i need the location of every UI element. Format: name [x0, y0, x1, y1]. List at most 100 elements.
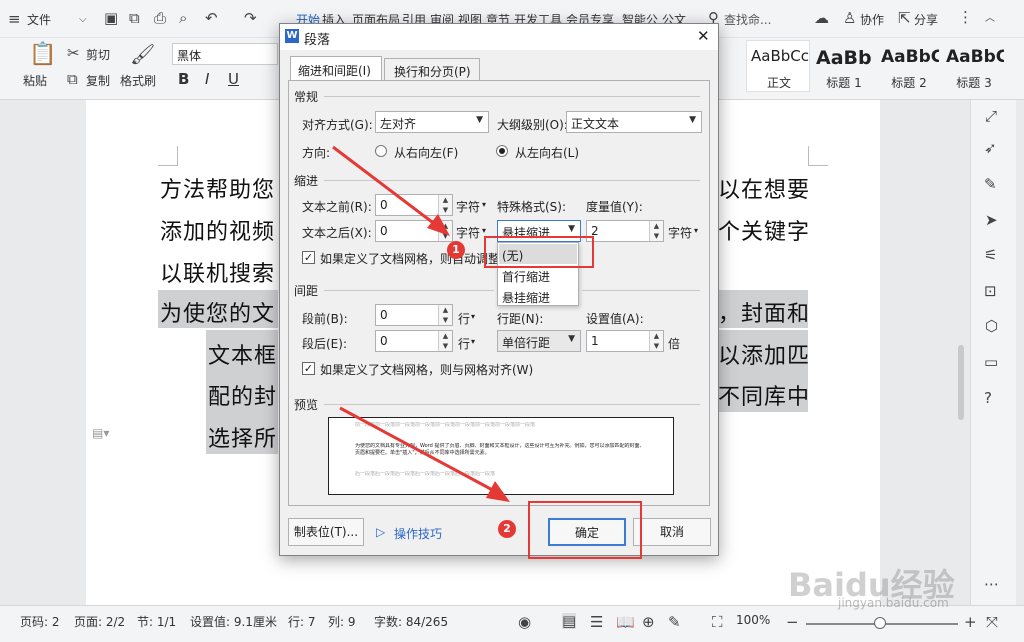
pen-icon[interactable]: ✎ [984, 176, 997, 192]
file-menu[interactable]: 文件 [27, 11, 51, 28]
ltr-label[interactable]: 从左向右(L) [515, 144, 579, 161]
chevron-down-icon[interactable]: ▾ [471, 312, 475, 321]
style-normal[interactable]: AaBbCcDd 正文 [746, 40, 810, 92]
tips-link[interactable]: 操作技巧 [394, 525, 442, 542]
spinner-icon[interactable]: ▲ ▼ [649, 221, 663, 241]
book-icon[interactable]: ▭ [984, 354, 998, 370]
indent-after-label: 文本之后(X): [302, 226, 372, 240]
dropdown-option-hanging[interactable]: 悬挂缩进 [499, 286, 577, 306]
save-icon[interactable]: ▣ [104, 10, 118, 26]
page-view-icon[interactable]: ▤ [562, 613, 577, 629]
cursor-icon[interactable]: ➤ [985, 212, 998, 228]
unit-dropdown[interactable]: 行 [458, 310, 470, 327]
underline-button[interactable]: U [228, 70, 239, 88]
outline-select[interactable]: 正文文本 ▼ [566, 111, 702, 133]
redo-icon[interactable]: ↷ [244, 10, 257, 26]
spinner-icon[interactable]: ▲ ▼ [438, 195, 452, 215]
snap-grid-label[interactable]: 如果定义了文档网格，则与网格对齐(W) [320, 361, 533, 378]
style-heading-2[interactable]: AaBbC 标题 2 [876, 40, 940, 92]
web-view-icon[interactable]: ⊕ [642, 614, 655, 630]
close-icon[interactable]: ✕ [697, 27, 710, 45]
space-after-input[interactable]: 0 ▲ ▼ [375, 330, 453, 352]
more-icon[interactable]: ⋮ [958, 9, 973, 25]
unit-dropdown[interactable]: 字符 [456, 198, 480, 215]
scrollbar-thumb[interactable] [958, 345, 964, 420]
indent-before-input[interactable]: 0 ▲ ▼ [375, 194, 453, 216]
spinner-icon[interactable]: ▲ ▼ [438, 305, 452, 325]
italic-button[interactable]: I [205, 70, 209, 88]
rocket-icon[interactable]: ➶ [984, 140, 997, 156]
spinner-icon[interactable]: ▲ ▼ [438, 221, 452, 241]
status-word-count[interactable]: 字数: 84/265 [374, 613, 448, 630]
paste-icon[interactable]: 📋 [29, 44, 56, 66]
chevron-down-icon[interactable]: ▾ [694, 226, 698, 235]
fullscreen-icon[interactable]: ⤧ [986, 614, 998, 630]
collab-button[interactable]: 协作 [860, 11, 884, 28]
tab-line-page-break[interactable]: 换行和分页(P) [384, 58, 480, 80]
copy-button[interactable]: 复制 [86, 72, 110, 89]
zoom-slider-handle[interactable] [874, 617, 886, 629]
format-painter-button[interactable]: 格式刷 [120, 72, 156, 89]
tabs-button[interactable]: 制表位(T)... [288, 518, 364, 546]
reading-view-icon[interactable]: 📖 [616, 614, 635, 630]
unit-dropdown[interactable]: 字符 [668, 224, 692, 241]
cloud-icon[interactable]: ☁ [814, 10, 829, 26]
paste-button[interactable]: 粘贴 [23, 72, 47, 89]
paragraph-mark-icon[interactable]: ▤▾ [92, 425, 109, 441]
print-icon[interactable]: ⎙ [154, 10, 166, 26]
dropdown-option-first-line[interactable]: 首行缩进 [499, 265, 577, 285]
format-painter-icon[interactable]: 🖌 [130, 44, 155, 64]
style-heading-1[interactable]: AaBb 标题 1 [811, 40, 875, 92]
eye-icon[interactable]: ◉ [518, 614, 531, 630]
chevron-down-icon[interactable]: ▾ [482, 226, 486, 235]
space-before-input[interactable]: 0 ▲ ▼ [375, 304, 453, 326]
scissors-icon[interactable]: ✂ [67, 45, 80, 61]
zoom-in-icon[interactable]: + [964, 614, 977, 630]
collapse-icon[interactable]: ⤢ [985, 108, 997, 124]
export-icon[interactable]: ⧉ [129, 10, 140, 26]
chevron-down-icon[interactable]: ▾ [471, 337, 475, 346]
unit-dropdown[interactable]: 行 [458, 335, 470, 352]
undo-icon[interactable]: ↶ [205, 10, 218, 26]
fit-icon[interactable]: ⛶ [712, 614, 723, 630]
spinner-icon[interactable]: ▲ ▼ [649, 331, 663, 351]
snap-grid-checkbox[interactable]: ✓ [302, 362, 315, 375]
chevron-down-icon[interactable]: ▾ [482, 200, 486, 209]
indent-after-input[interactable]: 0 ▲ ▼ [375, 220, 453, 242]
image-icon[interactable]: ⊡ [984, 283, 997, 299]
zoom-level[interactable]: 100% [736, 613, 770, 627]
zoom-out-icon[interactable]: − [786, 614, 799, 630]
rtl-radio[interactable] [375, 145, 387, 157]
cut-button[interactable]: 剪切 [86, 46, 110, 63]
help-icon[interactable]: ? [984, 390, 992, 406]
share-button[interactable]: 分享 [914, 11, 938, 28]
font-name-select[interactable]: 黑体 [172, 43, 278, 65]
setting-input[interactable]: 1 ▲ ▼ [586, 330, 664, 352]
copy-icon[interactable]: ⧉ [67, 71, 78, 87]
print-preview-icon[interactable]: ⌕ [179, 10, 187, 26]
ltr-radio[interactable] [496, 145, 508, 157]
write-view-icon[interactable]: ✎ [668, 614, 681, 630]
measure-input[interactable]: 2 ▲ ▼ [586, 220, 664, 242]
status-page-number[interactable]: 页码: 2 [20, 613, 60, 630]
tab-indent-spacing[interactable]: 缩进和间距(I) [290, 56, 382, 80]
chevron-down-icon[interactable]: ⌵ [79, 12, 87, 28]
more-options-icon[interactable]: ⋯ [984, 576, 999, 592]
style-heading-3[interactable]: AaBbC 标题 3 [941, 40, 1005, 92]
line-spacing-select[interactable]: 单倍行距 ▼ [497, 330, 581, 352]
cancel-button[interactable]: 取消 [633, 518, 711, 546]
rtl-label[interactable]: 从右向左(F) [394, 144, 458, 161]
bold-button[interactable]: B [178, 70, 189, 88]
spinner-icon[interactable]: ▲ ▼ [438, 331, 452, 351]
dialog-titlebar[interactable]: W 段落 ✕ [280, 24, 718, 50]
align-select[interactable]: 左对齐 ▼ [375, 111, 489, 133]
hamburger-icon[interactable]: ≡ [8, 11, 21, 27]
chevron-up-icon[interactable]: ︿ [985, 11, 995, 27]
plugin-icon[interactable]: ⬡ [985, 318, 998, 334]
search-command[interactable]: 查找命... [724, 11, 771, 28]
unit-dropdown[interactable]: 字符 [456, 224, 480, 241]
tips-icon[interactable]: ▷ [376, 525, 385, 539]
sliders-icon[interactable]: ⚟ [984, 247, 997, 263]
auto-adjust-checkbox[interactable]: ✓ [302, 251, 315, 264]
outline-view-icon[interactable]: ☰ [590, 614, 603, 630]
